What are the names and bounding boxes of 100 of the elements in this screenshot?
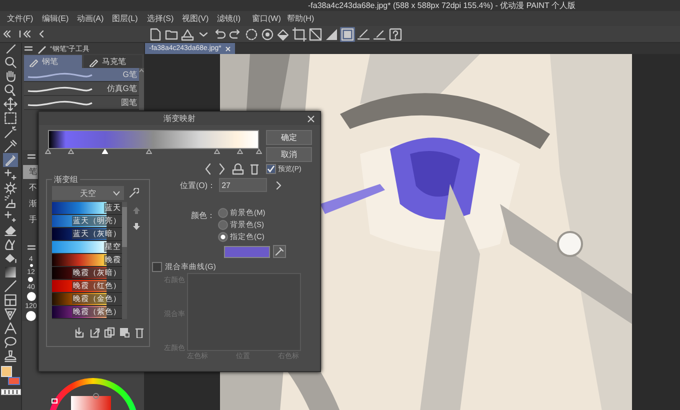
caret-icon[interactable] xyxy=(113,191,120,196)
menu-item[interactable]: 窗口(W) xyxy=(252,13,278,24)
down-arrow-icon[interactable] xyxy=(132,222,141,231)
sparkle-icon[interactable] xyxy=(3,209,18,224)
close-icon[interactable] xyxy=(225,46,232,52)
color-swatch[interactable] xyxy=(224,246,270,258)
field-label: 颜色： xyxy=(191,210,215,222)
background-color-swatch[interactable] xyxy=(8,377,20,385)
speech-bubble-icon[interactable] xyxy=(3,335,18,350)
pen-icon[interactable] xyxy=(3,153,18,168)
eraser-icon[interactable] xyxy=(3,223,18,238)
menu-icon[interactable] xyxy=(24,44,33,53)
gear-icon[interactable] xyxy=(3,181,18,196)
new-file-icon[interactable] xyxy=(148,26,163,42)
move-icon[interactable] xyxy=(3,97,18,112)
set-dropdown[interactable]: 天空 xyxy=(52,186,124,200)
tool-tab[interactable]: 钢笔 xyxy=(24,55,82,68)
color-stop-marker[interactable] xyxy=(68,149,74,154)
list-item[interactable]: 不 xyxy=(23,181,39,195)
menu-item[interactable]: 滤镜(I) xyxy=(217,13,243,24)
list-item[interactable]: 手 xyxy=(23,213,39,227)
line-icon[interactable] xyxy=(3,279,18,294)
selection-icon[interactable] xyxy=(3,111,18,126)
size-dot[interactable] xyxy=(30,264,32,267)
fill-bucket-icon[interactable] xyxy=(276,26,291,42)
menu-item[interactable]: 图层(L) xyxy=(112,13,138,24)
dialog-title: 渐变映射 xyxy=(164,113,196,124)
color-stop-marker[interactable] xyxy=(237,149,243,154)
gradient-bar[interactable] xyxy=(48,130,259,149)
airbrush-icon[interactable] xyxy=(3,195,18,210)
size-dot[interactable] xyxy=(28,277,34,282)
transform-icon[interactable] xyxy=(292,26,307,42)
gradient-icon[interactable] xyxy=(3,265,18,280)
brush-item[interactable]: 圆笔 xyxy=(24,96,139,110)
chevron-right-icon[interactable] xyxy=(276,180,282,190)
trash-icon[interactable] xyxy=(250,163,259,175)
pen-line-icon[interactable] xyxy=(356,26,371,42)
copy-icon[interactable] xyxy=(104,327,115,338)
size-dot[interactable] xyxy=(26,292,36,301)
import-icon[interactable] xyxy=(74,327,85,338)
close-icon[interactable] xyxy=(307,115,315,123)
dotted-circle-icon[interactable] xyxy=(260,26,275,42)
color-stop-marker[interactable] xyxy=(146,149,152,154)
menu-item[interactable]: 文件(F) xyxy=(7,13,33,24)
trash-icon[interactable] xyxy=(134,327,145,338)
curve-checkbox[interactable] xyxy=(152,262,162,272)
new-set-icon[interactable] xyxy=(119,327,130,338)
radio-button[interactable] xyxy=(218,220,228,230)
diagonal-icon[interactable] xyxy=(308,26,323,42)
eyedropper-icon[interactable] xyxy=(3,139,18,154)
dotted-circle-icon[interactable] xyxy=(244,26,259,42)
help-icon[interactable] xyxy=(388,26,403,42)
tool-tab[interactable]: 马克笔 xyxy=(84,55,142,68)
list-item[interactable]: 渐 xyxy=(23,197,39,211)
color-stop-marker[interactable] xyxy=(214,149,220,154)
collapse-icon[interactable] xyxy=(18,29,32,39)
menu-item[interactable]: 帮助(H) xyxy=(287,13,313,24)
stamp-icon[interactable] xyxy=(3,349,18,364)
scrollbar[interactable] xyxy=(122,202,127,319)
frame-icon[interactable] xyxy=(3,293,18,308)
foreground-color-swatch[interactable] xyxy=(0,366,12,377)
menu-item[interactable]: 编辑(E) xyxy=(42,13,68,24)
dialog-button[interactable]: 取消 xyxy=(266,147,312,162)
brush-item[interactable]: G笔 xyxy=(24,68,139,82)
ruler-icon[interactable] xyxy=(3,307,18,322)
radio-button[interactable] xyxy=(218,232,228,242)
size-dot[interactable] xyxy=(26,311,36,321)
position-field[interactable]: 27 xyxy=(218,178,267,192)
text-icon[interactable] xyxy=(3,321,18,336)
radio-button[interactable] xyxy=(218,208,228,218)
transparent-swatch[interactable] xyxy=(0,389,20,395)
menu-icon[interactable] xyxy=(26,243,36,252)
collapse-icon[interactable] xyxy=(2,29,12,39)
menu-item[interactable]: 视图(V) xyxy=(182,13,208,24)
menu-icon[interactable] xyxy=(26,152,36,161)
wrench-icon[interactable] xyxy=(128,188,139,198)
pen-nib-icon xyxy=(88,56,98,66)
group-label: 渐变组 xyxy=(52,174,80,185)
list-item[interactable]: 笔 xyxy=(23,165,39,179)
blend-icon[interactable] xyxy=(3,237,18,252)
color-stop-marker[interactable] xyxy=(256,149,262,154)
export-icon[interactable] xyxy=(89,327,100,338)
field-label: 位置(O)： xyxy=(180,180,216,190)
preview-checkbox[interactable] xyxy=(266,164,276,174)
back-icon[interactable] xyxy=(38,29,46,39)
menu-item[interactable]: 动画(A) xyxy=(77,13,103,24)
magic-wand-icon[interactable] xyxy=(3,125,18,140)
eyedropper-icon[interactable] xyxy=(273,245,286,258)
search-icon[interactable] xyxy=(3,55,18,70)
menu-item[interactable]: 选择(S) xyxy=(147,13,173,24)
square-icon[interactable] xyxy=(340,26,355,42)
sparkle-icon[interactable] xyxy=(3,167,18,182)
triangle-icon[interactable] xyxy=(324,26,339,42)
fill-bucket-icon[interactable] xyxy=(3,251,18,266)
scrollbar[interactable] xyxy=(139,68,144,110)
chevron-right-icon[interactable] xyxy=(218,163,226,175)
chevron-left-icon[interactable] xyxy=(204,163,212,175)
dialog-button[interactable]: 确定 xyxy=(266,130,312,145)
color-stop-marker[interactable] xyxy=(45,149,51,154)
brush-item[interactable]: 仿真G笔 xyxy=(24,82,139,96)
